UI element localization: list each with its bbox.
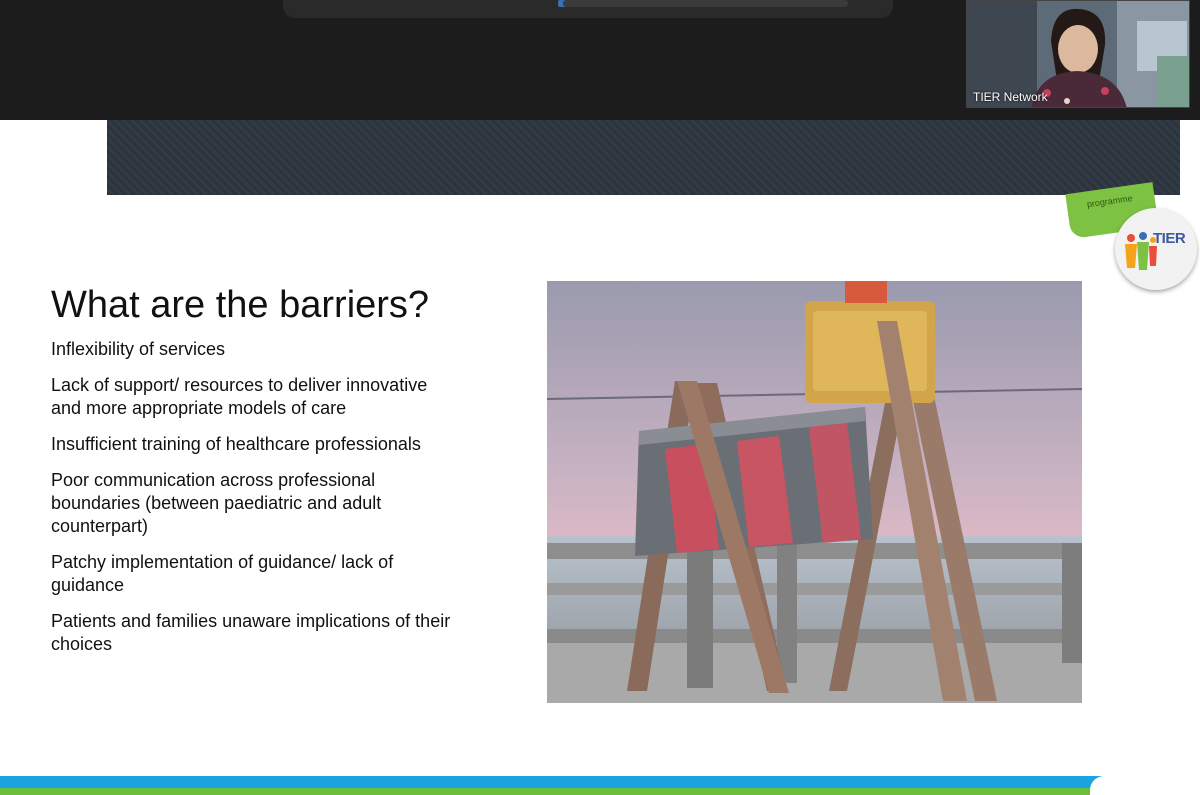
tier-logo-text: TIER	[1153, 230, 1186, 247]
barrier-item: Inflexibility of services	[51, 339, 226, 359]
barriers-list: Inflexibility of services Lack of suppor…	[51, 338, 451, 669]
barrier-photo	[547, 281, 1082, 703]
participant-name-label: TIER Network	[973, 90, 1048, 104]
barrier-item: Patchy implementation of guidance/ lack …	[51, 552, 394, 595]
footer-stripe-blue	[0, 776, 1200, 788]
caption-text-blur	[563, 0, 848, 7]
barrier-item: Poor communication across professional b…	[51, 470, 382, 536]
programme-badge-label: programme	[1086, 193, 1134, 210]
road-barrier-image	[547, 281, 1082, 703]
barrier-item: Lack of support/ resources to deliver in…	[51, 375, 428, 418]
meeting-topbar: TIER Network	[0, 0, 1200, 120]
participant-video-tile[interactable]: TIER Network	[966, 0, 1190, 108]
tier-logo-figures-icon	[1125, 232, 1157, 270]
slide-header-banner	[107, 120, 1180, 195]
footer-stripe-green	[0, 788, 1200, 795]
live-caption-bar	[283, 0, 893, 18]
footer-corner	[1090, 776, 1200, 795]
barrier-item: Patients and families unaware implicatio…	[51, 611, 451, 654]
barrier-item: Insufficient training of healthcare prof…	[51, 434, 421, 454]
slide-title: What are the barriers?	[51, 284, 430, 326]
tier-logo: TIER	[1115, 208, 1197, 290]
